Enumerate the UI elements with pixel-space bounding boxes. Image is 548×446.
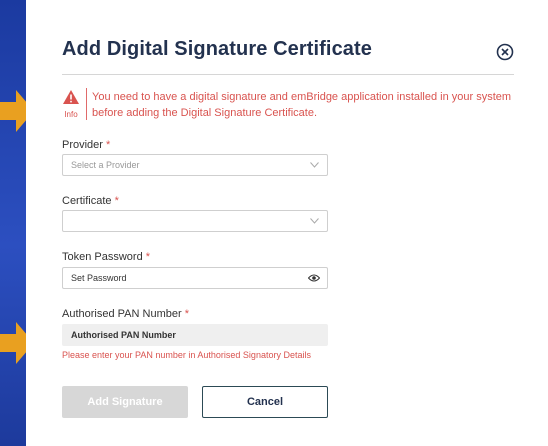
close-icon[interactable] xyxy=(496,43,514,61)
background-sidebar xyxy=(0,0,26,446)
add-signature-button[interactable]: Add Signature xyxy=(62,386,188,418)
warning-triangle-icon xyxy=(63,90,79,104)
token-password-label: Token Password * xyxy=(62,251,151,263)
pan-label: Authorised PAN Number * xyxy=(62,308,189,320)
required-mark: * xyxy=(145,251,151,263)
pan-input: Authorised PAN Number xyxy=(62,324,328,346)
pan-error-message: Please enter your PAN number in Authoris… xyxy=(62,350,311,360)
chevron-down-icon xyxy=(310,218,319,224)
chevron-down-icon xyxy=(310,162,319,168)
info-separator xyxy=(86,88,87,120)
title-divider xyxy=(62,74,514,75)
provider-select[interactable]: Select a Provider xyxy=(62,154,328,176)
certificate-select[interactable] xyxy=(62,210,328,232)
provider-label: Provider * xyxy=(62,139,111,151)
info-message: You need to have a digital signature and… xyxy=(92,91,512,119)
cancel-button[interactable]: Cancel xyxy=(202,386,328,418)
pan-value: Authorised PAN Number xyxy=(71,330,176,340)
provider-placeholder: Select a Provider xyxy=(71,160,140,170)
token-password-placeholder: Set Password xyxy=(71,273,127,283)
required-mark: * xyxy=(184,308,189,320)
info-caption: Info xyxy=(64,110,78,119)
certificate-label: Certificate * xyxy=(62,195,119,207)
dialog-title: Add Digital Signature Certificate xyxy=(62,38,373,60)
required-mark: * xyxy=(114,195,119,207)
info-indicator: Info xyxy=(61,90,81,119)
required-mark: * xyxy=(106,139,111,151)
add-dsc-dialog: Add Digital Signature Certificate Info Y… xyxy=(26,0,548,446)
token-password-input[interactable]: Set Password xyxy=(62,267,328,289)
eye-icon[interactable] xyxy=(308,273,320,283)
